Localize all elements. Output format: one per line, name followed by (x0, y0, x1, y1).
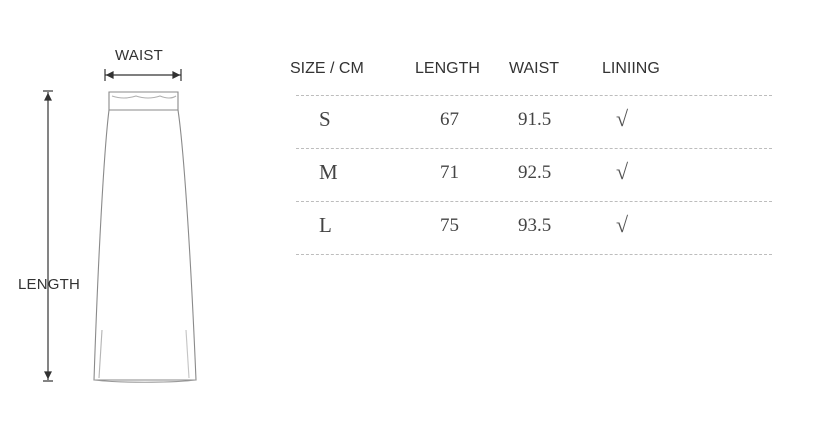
waist-cell: 92.5 (518, 162, 552, 183)
length-cell: 71 (440, 162, 459, 183)
waist-arrow (104, 69, 182, 81)
row-divider (296, 254, 772, 255)
table-row: M 71 92.5 √ (290, 148, 780, 200)
header-lining: LINIING (602, 60, 660, 77)
skirt-outline (93, 91, 197, 383)
size-cell: L (319, 213, 332, 237)
length-cell: 67 (440, 109, 459, 130)
length-cell: 75 (440, 215, 459, 236)
waist-cell: 93.5 (518, 215, 552, 236)
header-waist: WAIST (509, 60, 560, 77)
size-cell: S (319, 107, 331, 131)
waist-label: WAIST (115, 47, 163, 64)
header-size: SIZE / CM (290, 60, 364, 77)
lining-check-icon: √ (616, 106, 629, 131)
header-length: LENGTH (415, 60, 480, 77)
length-arrow (43, 90, 53, 382)
waist-cell: 91.5 (518, 109, 552, 130)
table-row: L 75 93.5 √ (290, 201, 780, 253)
table-row: S 67 91.5 √ (290, 95, 780, 147)
lining-check-icon: √ (616, 212, 629, 237)
length-label: LENGTH (18, 276, 81, 293)
size-cell: M (319, 160, 338, 184)
skirt-diagram: WAIST LENGTH (0, 0, 260, 421)
lining-check-icon: √ (616, 159, 629, 184)
